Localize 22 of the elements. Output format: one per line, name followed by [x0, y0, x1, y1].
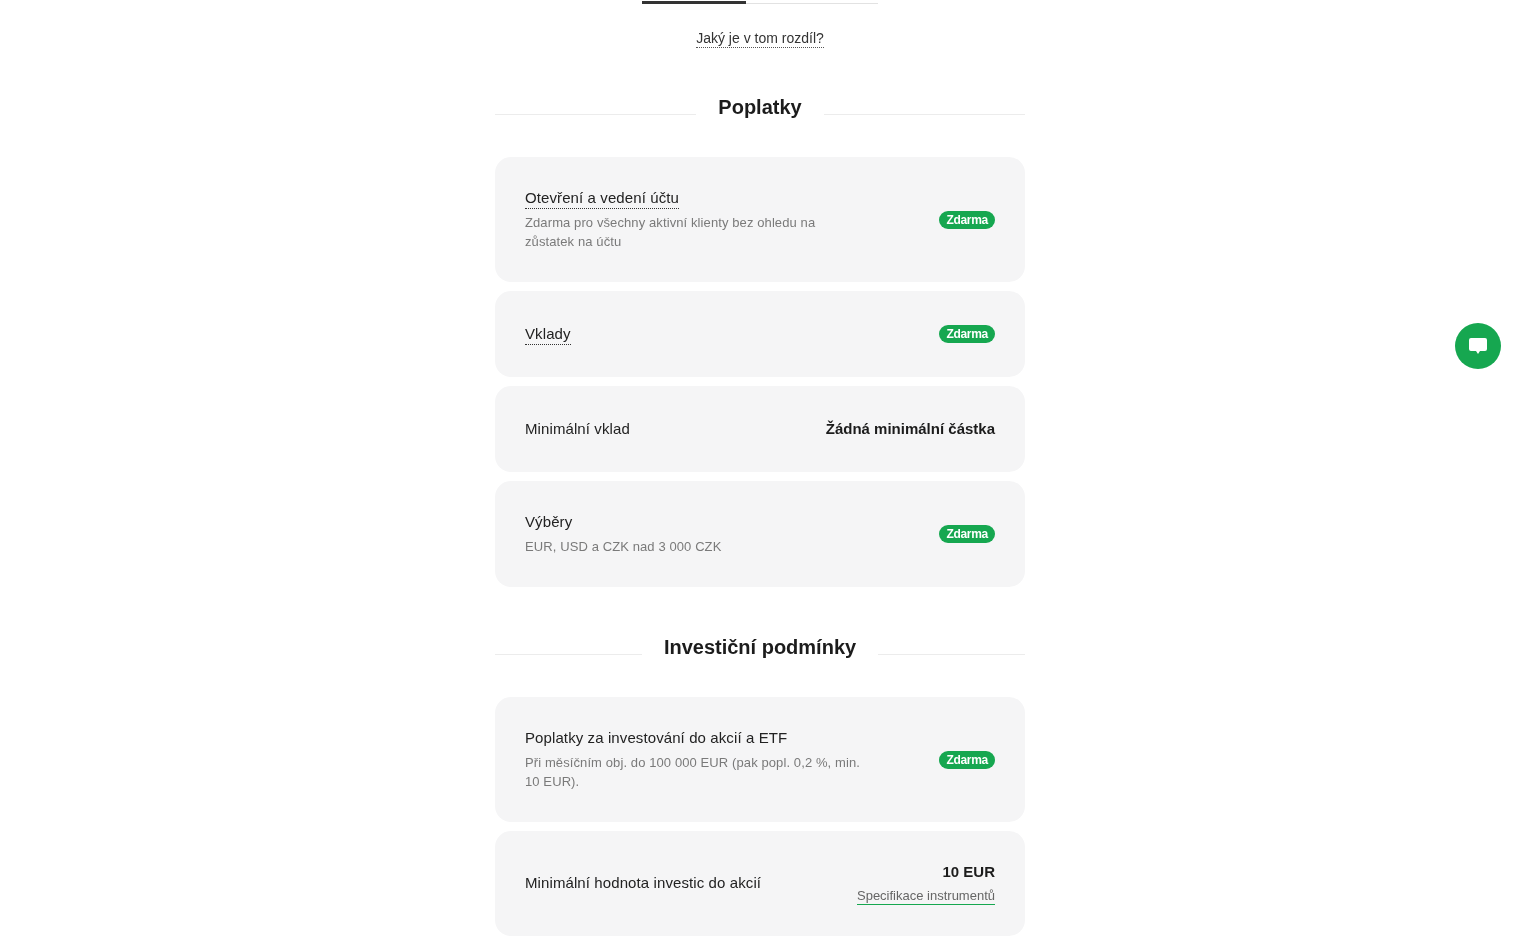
difference-link[interactable]: Jaký je v tom rozdíl? [696, 29, 824, 48]
row-label: Poplatky za investování do akcií a ETF [525, 728, 788, 748]
section-heading: Poplatky [718, 95, 802, 120]
row-label: Výběry [525, 512, 573, 532]
row-description: Při měsíčním obj. do 100 000 EUR (pak popl. 0,2 %, min. 10 EUR). [525, 754, 861, 791]
price-badge: Zdarma [939, 750, 995, 769]
price-badge: Zdarma [939, 525, 995, 543]
tooltip-term[interactable]: Otevření a vedení účtu [525, 188, 679, 209]
row-label: Minimální hodnota investic do akcií [525, 873, 762, 893]
row-description: EUR, USD a CZK nad 3 000 CZK [525, 538, 722, 556]
speech-bubble-icon [1469, 338, 1487, 354]
row-value: Žádná minimální částka [825, 419, 995, 439]
price-badge: Zdarma [939, 325, 995, 343]
row-label: Minimální vklad [525, 418, 630, 439]
tab[interactable] [642, 1, 746, 4]
section-heading: Investiční podmínky [663, 635, 857, 660]
tooltip-term[interactable]: Vklady [525, 323, 571, 345]
specification-link[interactable]: Specifikace instrumentů [857, 887, 995, 905]
row-description: Zdarma pro všechny aktivní klienty bez ohledu na zůstatek na účtu [525, 214, 817, 251]
chat-button[interactable] [1455, 323, 1501, 369]
price-badge: Zdarma [939, 210, 995, 229]
row-value: 10 EUR [942, 862, 995, 882]
